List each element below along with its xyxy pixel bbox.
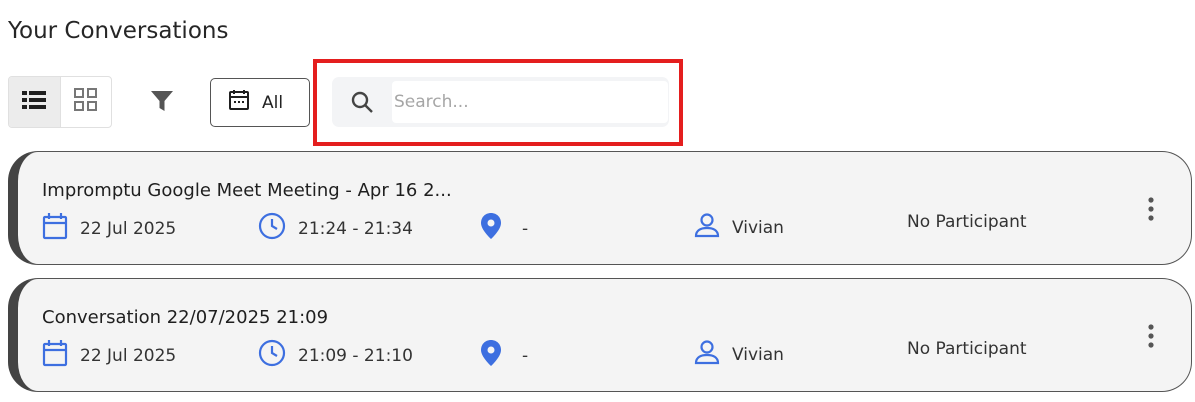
list-view-icon xyxy=(22,90,47,114)
view-toggle xyxy=(8,76,112,128)
conversation-participants-text: No Participant xyxy=(907,339,1027,359)
conversation-title: Conversation 22/07/2025 21:09 xyxy=(42,307,329,328)
filter-icon xyxy=(150,90,174,116)
conversation-card[interactable]: Conversation 22/07/2025 21:09 22 Jul 202… xyxy=(8,278,1192,392)
search-box xyxy=(332,77,669,127)
conversation-date-text: 22 Jul 2025 xyxy=(80,345,177,366)
search-icon xyxy=(332,90,392,114)
conversation-date: 22 Jul 2025 xyxy=(42,339,176,372)
kebab-menu-icon xyxy=(1148,197,1154,225)
conversation-participants: No Participant xyxy=(907,339,1027,359)
person-icon xyxy=(694,212,720,243)
grid-view-button[interactable] xyxy=(61,77,112,127)
kebab-menu-icon xyxy=(1148,324,1154,352)
date-filter-label: All xyxy=(262,92,284,113)
conversation-owner-text: Vivian xyxy=(732,217,784,238)
conversation-date: 22 Jul 2025 xyxy=(42,212,176,245)
page-title: Your Conversations xyxy=(8,18,229,44)
conversation-time-text: 21:09 - 21:10 xyxy=(298,345,413,366)
conversation-location-text: - xyxy=(522,218,529,239)
list-view-button[interactable] xyxy=(9,77,61,127)
grid-view-icon xyxy=(73,88,98,116)
location-pin-icon xyxy=(480,339,502,372)
conversation-menu-button[interactable] xyxy=(1145,324,1157,352)
calendar-icon xyxy=(228,89,250,116)
conversation-time-text: 21:24 - 21:34 xyxy=(298,218,413,239)
filter-button[interactable] xyxy=(148,90,176,116)
conversation-menu-button[interactable] xyxy=(1145,197,1157,225)
conversation-date-text: 22 Jul 2025 xyxy=(80,218,177,239)
clock-icon xyxy=(258,212,286,245)
conversation-participants-text: No Participant xyxy=(907,212,1027,232)
conversation-owner: Vivian xyxy=(694,212,784,243)
location-pin-icon xyxy=(480,212,502,245)
conversation-card[interactable]: Impromptu Google Meet Meeting - Apr 16 2… xyxy=(8,151,1192,265)
conversation-location-text: - xyxy=(522,345,529,366)
conversation-time: 21:24 - 21:34 xyxy=(258,212,413,245)
conversation-title: Impromptu Google Meet Meeting - Apr 16 2… xyxy=(42,180,452,201)
search-input[interactable] xyxy=(392,81,668,123)
conversation-owner: Vivian xyxy=(694,339,784,370)
calendar-icon xyxy=(42,339,68,372)
conversation-owner-text: Vivian xyxy=(732,344,784,365)
conversation-time: 21:09 - 21:10 xyxy=(258,339,413,372)
conversation-participants: No Participant xyxy=(907,212,1027,232)
conversation-location: - xyxy=(480,339,528,372)
calendar-icon xyxy=(42,212,68,245)
person-icon xyxy=(694,339,720,370)
clock-icon xyxy=(258,339,286,372)
conversation-location: - xyxy=(480,212,528,245)
date-filter-button[interactable]: All xyxy=(210,78,310,127)
